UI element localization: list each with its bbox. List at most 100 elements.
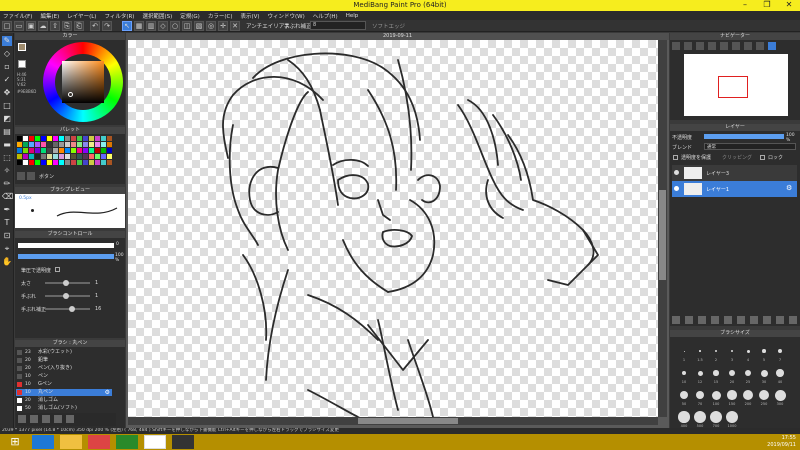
maximize-button[interactable]: ❐ xyxy=(756,0,778,11)
palette-swatch[interactable] xyxy=(47,148,52,153)
menu-window[interactable]: ウィンドウ(W) xyxy=(268,12,305,20)
palette-swatch[interactable] xyxy=(77,154,82,159)
palette-swatch[interactable] xyxy=(17,154,22,159)
brush-size-option[interactable] xyxy=(729,370,735,376)
navigator-viewport[interactable] xyxy=(718,76,748,98)
palette-swatch[interactable] xyxy=(77,142,82,147)
palette-swatch[interactable] xyxy=(41,160,46,165)
menu-help[interactable]: Help xyxy=(346,13,359,19)
perspective-icon[interactable]: ◇ xyxy=(158,21,168,31)
palette-swatch[interactable] xyxy=(83,148,88,153)
layer-row-selected[interactable]: レイヤー1 ⚙ xyxy=(672,181,797,197)
palette-swatch[interactable] xyxy=(59,136,64,141)
palette-swatch[interactable] xyxy=(89,154,94,159)
palette-swatch[interactable] xyxy=(89,142,94,147)
menu-color[interactable]: カラー(C) xyxy=(208,12,233,20)
palette-swatch[interactable] xyxy=(101,160,106,165)
ellipse-icon[interactable]: ◎ xyxy=(206,21,216,31)
open-file-icon[interactable]: ▭ xyxy=(14,21,24,31)
brush-size-option[interactable] xyxy=(760,369,768,377)
palette-swatch[interactable] xyxy=(95,148,100,153)
palette-swatch[interactable] xyxy=(71,142,76,147)
rotate-left-icon[interactable] xyxy=(720,42,728,50)
copy-brush-icon[interactable] xyxy=(30,415,38,423)
palette-swatch[interactable] xyxy=(95,142,100,147)
blend-select[interactable]: 通常 xyxy=(704,143,796,150)
palette-swatch[interactable] xyxy=(23,142,28,147)
brush-size-option[interactable] xyxy=(726,411,738,423)
panel-tool-icon[interactable]: ⊡ xyxy=(2,231,12,241)
dot-tool-icon[interactable]: ▫ xyxy=(2,62,12,72)
text-tool-icon[interactable]: T xyxy=(2,218,12,228)
palette-swatch[interactable] xyxy=(95,136,100,141)
brush-size-option[interactable] xyxy=(699,350,701,352)
palette-swatch[interactable] xyxy=(41,154,46,159)
select-pen-icon[interactable]: ✏ xyxy=(2,179,12,189)
snap-icon[interactable]: ✛ xyxy=(218,21,228,31)
palette-swatch[interactable] xyxy=(35,142,40,147)
color-picker-cursor[interactable] xyxy=(68,92,73,97)
cloud-icon[interactable]: ☁ xyxy=(38,21,48,31)
palette-swatches[interactable] xyxy=(17,136,113,168)
select-tool-icon[interactable]: ↖ xyxy=(122,21,132,31)
palette-swatch[interactable] xyxy=(47,136,52,141)
explorer-taskbar-icon[interactable] xyxy=(60,435,82,449)
brush-size-option[interactable] xyxy=(774,389,786,401)
menu-edit[interactable]: 編集(E) xyxy=(40,12,59,20)
medibang-taskbar-icon[interactable] xyxy=(172,435,194,449)
reset-rotate-icon[interactable] xyxy=(744,42,752,50)
minimize-button[interactable]: – xyxy=(734,0,756,11)
app-taskbar-icon[interactable] xyxy=(88,435,110,449)
palette-swatch[interactable] xyxy=(107,154,112,159)
menu-filter[interactable]: フィルタ(R) xyxy=(104,12,134,20)
new-8bit-layer-icon[interactable] xyxy=(698,316,706,324)
ie-taskbar-icon[interactable] xyxy=(32,435,54,449)
palette-swatch[interactable] xyxy=(23,136,28,141)
navigator-thumbnail[interactable] xyxy=(684,54,788,116)
brush-size-option[interactable] xyxy=(778,349,782,353)
eraser-tool-icon[interactable]: ◇ xyxy=(2,49,12,59)
layer-down-icon[interactable] xyxy=(776,316,784,324)
palette-swatch[interactable] xyxy=(107,148,112,153)
palette-swatch[interactable] xyxy=(107,160,112,165)
brush-size-option[interactable] xyxy=(678,411,690,423)
delete-brush-icon[interactable] xyxy=(54,415,62,423)
add-brush-icon[interactable] xyxy=(18,415,26,423)
new-file-icon[interactable]: □ xyxy=(2,21,12,31)
palette-swatch[interactable] xyxy=(53,160,58,165)
drawing-canvas[interactable] xyxy=(128,40,658,417)
palette-swatch[interactable] xyxy=(53,148,58,153)
brush-size-option[interactable] xyxy=(746,349,750,353)
brush-size-option[interactable] xyxy=(776,369,784,377)
eyedropper-tool-icon[interactable]: ⌖ xyxy=(2,244,12,254)
palette-swatch[interactable] xyxy=(29,160,34,165)
palette-swatch[interactable] xyxy=(107,136,112,141)
transparent-swatch[interactable] xyxy=(18,60,26,68)
cloud-brush-icon[interactable] xyxy=(66,415,74,423)
palette-swatch[interactable] xyxy=(83,136,88,141)
palette-swatch[interactable] xyxy=(23,148,28,153)
brush-size-option[interactable] xyxy=(680,391,688,399)
fit-icon[interactable] xyxy=(696,42,704,50)
brush-list-item[interactable]: 20 消しゴム xyxy=(16,397,112,404)
palette-swatch[interactable] xyxy=(53,136,58,141)
hand-tool-icon[interactable]: ✋ xyxy=(2,257,12,267)
save-file-icon[interactable]: ▣ xyxy=(26,21,36,31)
layer-settings-gear-icon[interactable]: ⚙ xyxy=(786,184,792,192)
edit-brush-icon[interactable] xyxy=(42,415,50,423)
menu-ruler[interactable]: 定規(G) xyxy=(180,12,200,20)
undo-icon[interactable]: ↶ xyxy=(90,21,100,31)
lasso-tool-icon[interactable]: ⬚ xyxy=(2,153,12,163)
eye-icon[interactable] xyxy=(674,186,679,191)
thickness-slider[interactable] xyxy=(45,280,90,286)
palette-swatch[interactable] xyxy=(77,136,82,141)
palette-swatch[interactable] xyxy=(65,160,70,165)
delete-swatch-icon[interactable] xyxy=(27,172,35,180)
pressure-checkbox[interactable] xyxy=(55,267,60,272)
ruler-icon[interactable]: ▥ xyxy=(146,21,156,31)
select-eraser-icon[interactable]: ⌫ xyxy=(2,192,13,202)
brush-size-option[interactable] xyxy=(715,350,717,352)
brush-size-option[interactable] xyxy=(713,370,719,376)
palette-swatch[interactable] xyxy=(71,136,76,141)
palette-swatch[interactable] xyxy=(17,160,22,165)
